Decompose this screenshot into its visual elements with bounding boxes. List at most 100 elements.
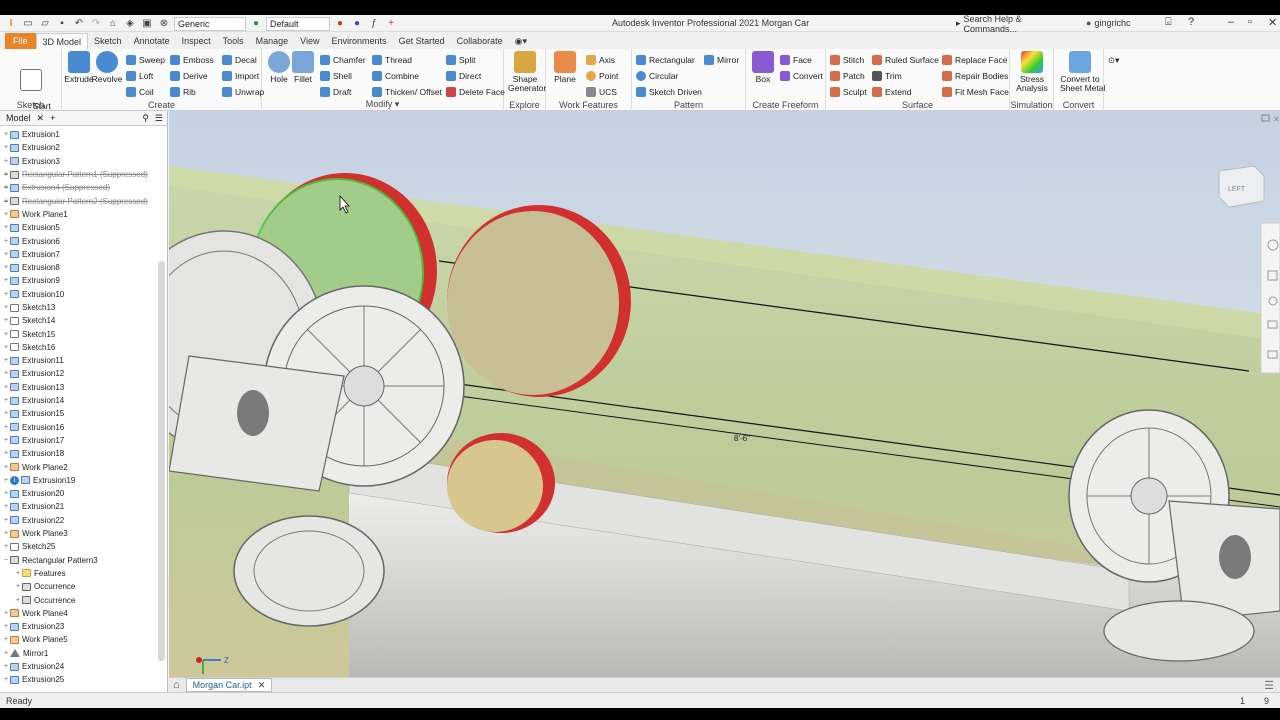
expand-icon[interactable]: + bbox=[2, 477, 10, 484]
close-browser-icon[interactable]: ✕ bbox=[37, 113, 45, 124]
expand-icon[interactable]: + bbox=[2, 131, 10, 138]
rectangular-pattern-button[interactable]: Rectangular bbox=[636, 53, 695, 67]
viewport-close-icon[interactable]: ✕ bbox=[1273, 115, 1280, 124]
expand-icon[interactable]: + bbox=[2, 277, 10, 284]
expand-icon[interactable]: + bbox=[2, 211, 10, 218]
tab-manage[interactable]: Manage bbox=[250, 33, 295, 49]
browser-node[interactable]: + Extrusion17 bbox=[0, 434, 156, 447]
expand-icon[interactable]: + bbox=[14, 583, 22, 590]
browser-node[interactable]: + Extrusion6 bbox=[0, 234, 156, 247]
browser-node[interactable]: + Extrusion2 bbox=[0, 141, 156, 154]
model-canvas[interactable]: 8'-6" Z LEFT ✕ bbox=[169, 111, 1280, 677]
fillet-button[interactable]: Fillet bbox=[286, 51, 320, 84]
tab-view[interactable]: View bbox=[294, 33, 325, 49]
browser-node[interactable]: + Work Plane2 bbox=[0, 460, 156, 473]
delete-face-button[interactable]: Delete Face bbox=[446, 85, 505, 99]
browser-node[interactable]: + Features bbox=[0, 567, 156, 580]
select-icon[interactable]: ▣ bbox=[140, 17, 154, 31]
expand-icon[interactable]: + bbox=[2, 384, 10, 391]
cart-icon[interactable]: ⌺ bbox=[1165, 16, 1172, 29]
shape-generator-button[interactable]: Shape Generator bbox=[508, 51, 546, 93]
derive-button[interactable]: Derive bbox=[170, 69, 208, 83]
tab-annotate[interactable]: Annotate bbox=[128, 33, 176, 49]
browser-node[interactable]: + Rectangular Pattern2 (Suppressed) bbox=[0, 194, 156, 207]
browser-node[interactable]: + Extrusion8 bbox=[0, 261, 156, 274]
add-icon[interactable]: + bbox=[384, 17, 398, 31]
rib-button[interactable]: Rib bbox=[170, 85, 196, 99]
plane-button[interactable]: Plane bbox=[548, 51, 582, 84]
convert-sheet-metal-button[interactable]: Convert to Sheet Metal bbox=[1060, 51, 1105, 93]
thicken-button[interactable]: Thicken/ Offset bbox=[372, 85, 442, 99]
chamfer-button[interactable]: Chamfer bbox=[320, 53, 366, 67]
undo-icon[interactable]: ↶ bbox=[72, 17, 86, 31]
mirror-button[interactable]: Mirror bbox=[704, 53, 739, 67]
stitch-button[interactable]: Stitch bbox=[830, 53, 864, 67]
loft-button[interactable]: Loft bbox=[126, 69, 153, 83]
tab-collaborate[interactable]: Collaborate bbox=[451, 33, 509, 49]
expand-icon[interactable]: + bbox=[2, 158, 10, 165]
search-input[interactable]: Search Help & Commands... bbox=[964, 14, 1076, 34]
replace-face-button[interactable]: Replace Face bbox=[942, 53, 1007, 67]
repair-bodies-button[interactable]: Repair Bodies bbox=[942, 69, 1008, 83]
expand-icon[interactable]: + bbox=[2, 464, 10, 471]
browser-node[interactable]: + Extrusion14 bbox=[0, 394, 156, 407]
browser-node[interactable]: + Mirror1 bbox=[0, 647, 156, 660]
browser-node[interactable]: + Extrusion15 bbox=[0, 407, 156, 420]
expand-icon[interactable]: + bbox=[2, 144, 10, 151]
dimension-label[interactable]: 8'-6" bbox=[734, 434, 750, 443]
browser-node[interactable]: + Occurrence bbox=[0, 580, 156, 593]
browser-node[interactable]: + Extrusion9 bbox=[0, 274, 156, 287]
patch-button[interactable]: Patch bbox=[830, 69, 865, 83]
expand-icon[interactable]: + bbox=[2, 264, 10, 271]
combine-button[interactable]: Combine bbox=[372, 69, 419, 83]
browser-node[interactable]: + Extrusion3 bbox=[0, 155, 156, 168]
expand-icon[interactable]: + bbox=[14, 597, 22, 604]
new-icon[interactable]: ▭ bbox=[21, 17, 35, 31]
expand-icon[interactable]: + bbox=[2, 623, 10, 630]
tab-inspect[interactable]: Inspect bbox=[176, 33, 217, 49]
tab-file[interactable]: File bbox=[5, 33, 36, 49]
browser-node[interactable]: + i Extrusion19 bbox=[0, 474, 156, 487]
tab-environments[interactable]: Environments bbox=[326, 33, 393, 49]
navigation-bar[interactable] bbox=[1260, 222, 1280, 374]
expand-icon[interactable]: + bbox=[2, 304, 10, 311]
tab-tools[interactable]: Tools bbox=[217, 33, 250, 49]
expand-icon[interactable]: + bbox=[2, 344, 10, 351]
expand-icon[interactable]: + bbox=[2, 397, 10, 404]
expand-icon[interactable]: + bbox=[2, 171, 10, 178]
browser-node[interactable]: + Extrusion23 bbox=[0, 620, 156, 633]
browser-node[interactable]: + Extrusion20 bbox=[0, 487, 156, 500]
help-icon[interactable]: ? bbox=[1188, 16, 1194, 28]
browser-node[interactable]: + Sketch15 bbox=[0, 327, 156, 340]
expand-icon[interactable]: + bbox=[14, 570, 22, 577]
expand-icon[interactable]: + bbox=[2, 424, 10, 431]
expand-icon[interactable]: + bbox=[2, 530, 10, 537]
close-icon[interactable]: ✕ bbox=[1268, 16, 1277, 29]
browser-node[interactable]: + Work Plane5 bbox=[0, 633, 156, 646]
expand-icon[interactable]: + bbox=[2, 503, 10, 510]
expand-icon[interactable]: + bbox=[2, 357, 10, 364]
split-button[interactable]: Split bbox=[446, 53, 476, 67]
browser-node[interactable]: + Extrusion18 bbox=[0, 447, 156, 460]
browser-node[interactable]: + Extrusion11 bbox=[0, 354, 156, 367]
add-browser-icon[interactable]: + bbox=[50, 113, 55, 123]
expand-icon[interactable]: + bbox=[2, 238, 10, 245]
browser-menu-icon[interactable]: ☰ bbox=[155, 113, 163, 124]
direct-button[interactable]: Direct bbox=[446, 69, 481, 83]
circular-pattern-button[interactable]: Circular bbox=[636, 69, 678, 83]
browser-node[interactable]: + Work Plane1 bbox=[0, 208, 156, 221]
browser-node[interactable]: + Extrusion7 bbox=[0, 248, 156, 261]
viewcube[interactable]: LEFT bbox=[1218, 165, 1265, 208]
browser-node[interactable]: + Rectangular Pattern1 (Suppressed) bbox=[0, 168, 156, 181]
expand-icon[interactable]: + bbox=[2, 370, 10, 377]
browser-node[interactable]: + Extrusion25 bbox=[0, 673, 156, 686]
browser-node[interactable]: + Extrusion1 bbox=[0, 128, 156, 141]
browser-node[interactable]: + Extrusion24 bbox=[0, 660, 156, 673]
browser-node[interactable]: + Extrusion4 (Suppressed) bbox=[0, 181, 156, 194]
tab-3d-model[interactable]: 3D Model bbox=[35, 33, 89, 49]
browser-node[interactable]: + Extrusion10 bbox=[0, 288, 156, 301]
point-button[interactable]: Point bbox=[586, 69, 618, 83]
home-tab-icon[interactable]: ⌂ bbox=[173, 679, 180, 691]
revolve-button[interactable]: Revolve bbox=[90, 51, 124, 84]
expand-icon[interactable]: + bbox=[2, 291, 10, 298]
